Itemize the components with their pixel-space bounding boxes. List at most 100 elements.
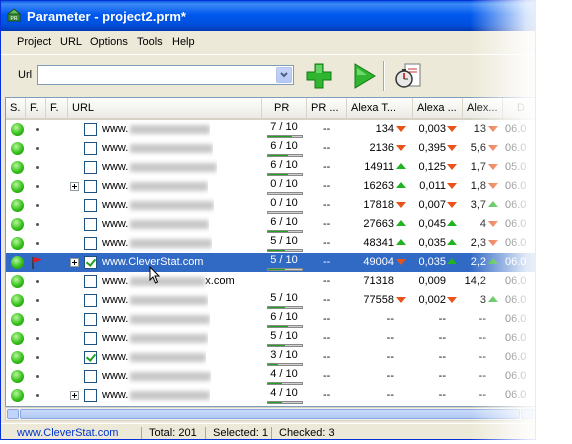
arrow-down-icon — [396, 297, 406, 303]
table-row[interactable]: www. 6 / 10 -- 27663 0,045 4 06.0 — [6, 215, 535, 234]
col-status[interactable]: S. — [6, 98, 26, 118]
statistics-button[interactable] — [393, 61, 423, 91]
row-checkbox[interactable] — [84, 123, 97, 136]
col-alexa-pageviews[interactable]: Alex... — [463, 98, 503, 118]
row-pr-more: -- — [323, 351, 331, 363]
scroll-right-button[interactable] — [521, 409, 533, 419]
row-alexa-traffic: 134 — [375, 123, 394, 135]
status-link[interactable]: www.CleverStat.com — [17, 427, 118, 439]
row-alexa-traffic: -- — [386, 332, 394, 344]
menu-url[interactable]: URL — [60, 36, 82, 48]
table-row[interactable]: www. x.com -- 71318 0,009 14,2 06.0 — [6, 272, 535, 291]
row-checkbox[interactable] — [84, 294, 97, 307]
row-url: www. — [102, 196, 215, 215]
table-header: S. F. F. URL PR PR ... Alexa T... Alexa … — [6, 98, 535, 120]
row-checkbox[interactable] — [84, 218, 97, 231]
table-row[interactable]: www. 6 / 10 -- -- -- -- 06.0 — [6, 310, 535, 329]
table-row[interactable]: www. 4 / 10 -- -- -- -- 06.0 — [6, 386, 535, 405]
row-date: 06.0 — [505, 237, 527, 249]
row-pr-more: -- — [323, 161, 331, 173]
row-alexa-pageviews: 4 — [479, 218, 486, 230]
col-flag2[interactable]: F. — [46, 98, 68, 118]
stopwatch-document-icon — [395, 63, 421, 88]
menu-help[interactable]: Help — [172, 36, 195, 48]
row-checkbox[interactable] — [84, 275, 97, 288]
row-alexa-reach: 0,011 — [419, 180, 446, 192]
dot-marker — [36, 318, 39, 321]
title-bar[interactable]: PR Parameter - project2.prm* — [1, 1, 535, 31]
row-pr-more: -- — [323, 142, 331, 154]
row-checkbox[interactable] — [84, 332, 97, 345]
row-checkbox[interactable] — [84, 370, 97, 383]
row-checkbox[interactable] — [84, 389, 97, 402]
row-checkbox[interactable] — [84, 256, 97, 269]
status-bar: www.CleverStat.com Total: 201 Selected: … — [1, 423, 535, 439]
table-row[interactable]: www. 0 / 10 -- 17818 0,007 3,7 06.0 — [6, 196, 535, 215]
expand-toggle[interactable] — [70, 391, 79, 400]
row-alexa-pageviews: 1,7 — [470, 161, 486, 173]
status-ok-icon — [11, 332, 24, 345]
row-checkbox[interactable] — [84, 199, 97, 212]
pagerank-bar — [267, 230, 303, 233]
col-url[interactable]: URL — [68, 98, 262, 118]
row-alexa-reach: 0,007 — [418, 199, 446, 211]
expand-toggle[interactable] — [70, 258, 79, 267]
table-row[interactable]: www. 5 / 10 -- 77558 0,002 3 06.0 — [6, 291, 535, 310]
row-alexa-pageviews: -- — [478, 332, 486, 344]
table-row[interactable]: www.CleverStat.com 5 / 10 -- 49004 0,035 2,2 0… — [6, 253, 535, 272]
row-checkbox[interactable] — [84, 351, 97, 364]
pagerank-bar — [267, 135, 303, 138]
col-alexa-traffic[interactable]: Alexa T... — [347, 98, 413, 118]
table-row[interactable]: www. 0 / 10 -- 16263 0,011 1,8 06.0 — [6, 177, 535, 196]
table-row[interactable]: www. 3 / 10 -- -- -- -- 06.0 — [6, 348, 535, 367]
menu-project[interactable]: Project — [17, 36, 51, 48]
add-url-button[interactable] — [304, 61, 334, 91]
row-checkbox[interactable] — [84, 161, 97, 174]
row-checkbox[interactable] — [84, 313, 97, 326]
row-date: 06.0 — [505, 332, 527, 344]
horizontal-scrollbar[interactable] — [5, 407, 535, 421]
row-checkbox[interactable] — [84, 180, 97, 193]
col-alexa-reach[interactable]: Alexa ... — [413, 98, 463, 118]
table-row[interactable]: www. 7 / 10 -- 134 0,003 13 06.0 — [6, 120, 535, 139]
row-date: 06.0 — [505, 123, 527, 135]
table-row[interactable]: www. 6 / 10 -- 2136 0,395 5,6 06.0 — [6, 139, 535, 158]
scroll-thumb[interactable] — [20, 409, 520, 419]
col-flag1[interactable]: F. — [26, 98, 46, 118]
url-combobox[interactable] — [37, 65, 294, 85]
flag-icon — [32, 257, 42, 269]
row-pr-more: -- — [323, 237, 331, 249]
row-alexa-traffic: 27663 — [363, 218, 394, 230]
row-alexa-pageviews: 2,3 — [470, 237, 486, 249]
row-alexa-traffic: -- — [386, 389, 394, 401]
menu-tools[interactable]: Tools — [137, 36, 163, 48]
arrow-down-icon — [396, 145, 406, 151]
row-alexa-pageviews: 3,7 — [470, 199, 486, 211]
table-row[interactable]: www. 5 / 10 -- -- -- -- 06.0 — [6, 329, 535, 348]
row-alexa-reach: -- — [438, 389, 446, 401]
col-pr-more[interactable]: PR ... — [307, 98, 347, 118]
dot-marker — [36, 223, 39, 226]
row-alexa-reach: 0,003 — [418, 123, 446, 135]
scroll-left-button[interactable] — [7, 409, 19, 419]
row-url: www. — [102, 291, 209, 310]
row-checkbox[interactable] — [84, 142, 97, 155]
expand-toggle[interactable] — [70, 182, 79, 191]
dot-marker — [36, 128, 39, 131]
row-date: 06.0 — [505, 313, 527, 325]
arrow-down-icon — [488, 240, 498, 246]
col-date[interactable]: D — [503, 98, 535, 118]
url-label: Url — [18, 69, 33, 81]
pagerank-bar — [267, 401, 303, 404]
menu-options[interactable]: Options — [90, 36, 128, 48]
combo-dropdown-button[interactable] — [276, 67, 292, 83]
row-date: 06.0 — [505, 199, 527, 211]
row-checkbox[interactable] — [84, 237, 97, 250]
row-alexa-reach: 0,002 — [418, 294, 446, 306]
table-row[interactable]: www. 5 / 10 -- 48341 0,035 2,3 06.0 — [6, 234, 535, 253]
table-row[interactable]: www. 4 / 10 -- -- -- -- 06.0 — [6, 367, 535, 386]
col-pr[interactable]: PR — [262, 98, 307, 118]
run-button[interactable] — [349, 61, 379, 91]
row-url: www. — [102, 348, 207, 367]
table-row[interactable]: www. 6 / 10 -- 14911 0,125 1,7 05.0 — [6, 158, 535, 177]
